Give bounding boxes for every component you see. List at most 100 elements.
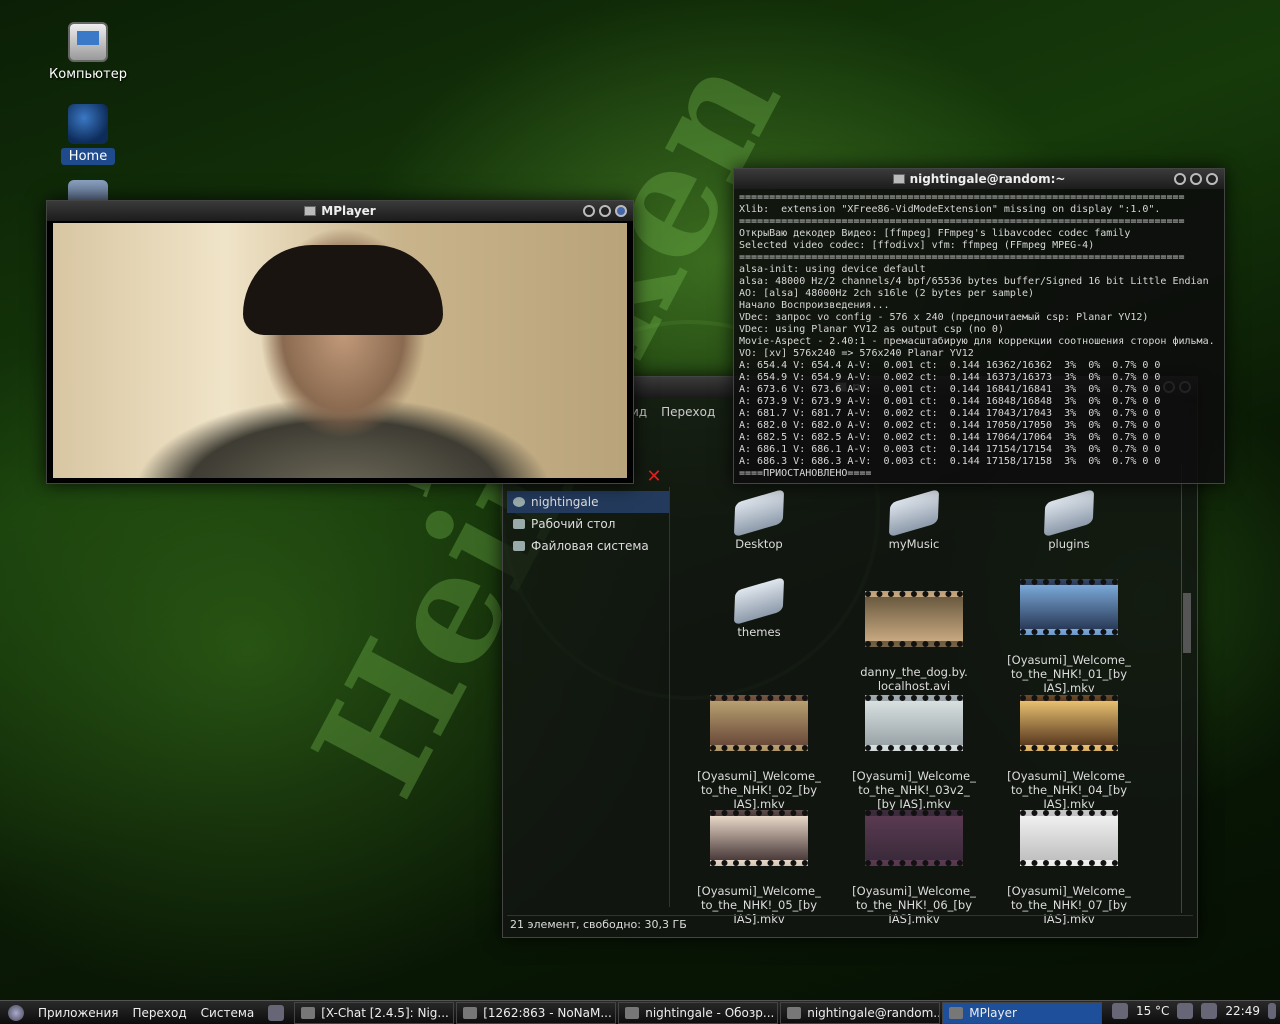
scrollbar-thumb[interactable]: [1183, 593, 1191, 653]
window-icon: [304, 206, 317, 216]
home-icon: [513, 497, 525, 507]
file-name: myMusic: [888, 537, 940, 551]
home-folder-icon: [68, 104, 108, 144]
weather-icon[interactable]: [1111, 1003, 1128, 1019]
video-thumbnail: [1020, 695, 1118, 751]
sidebar-item-filesystem[interactable]: Файловая система: [507, 535, 669, 557]
video-thumbnail: [710, 810, 808, 866]
terminal-line: VDec: запрос vo config - 576 x 240 (пред…: [739, 312, 1149, 323]
task-image-viewer[interactable]: [1262:863 - NoNaM...: [456, 1001, 617, 1024]
system-tray: 15 °C 22:49: [1111, 1003, 1276, 1019]
task-label: [1262:863 - NoNaM...: [483, 1005, 612, 1020]
terminal-line: Xlib: extension "XFree86-VidModeExtensio…: [739, 204, 1161, 215]
terminal-line: VDec: using Planar YV12 as output csp (n…: [739, 324, 1004, 335]
bottom-panel: Приложения Переход Система [X-Chat [2.4.…: [0, 1000, 1280, 1024]
menu-system[interactable]: Система: [201, 1006, 255, 1020]
terminal-line: ========================================…: [739, 216, 1185, 227]
sidebar-item-label: nightingale: [531, 495, 599, 509]
distro-logo-icon: [8, 1004, 24, 1021]
terminal-line: ОткрыВаю декодер Видео: [ffmpeg] FFmpeg'…: [739, 228, 1131, 239]
menu-go[interactable]: Переход: [661, 405, 715, 419]
menubar: ид Переход: [631, 405, 715, 419]
close-button[interactable]: [1206, 173, 1218, 185]
file-name: Desktop: [735, 537, 783, 551]
terminal-output[interactable]: ========================================…: [734, 189, 1224, 481]
terminal-window: nightingale@random:~ ===================…: [733, 168, 1225, 484]
volume-icon[interactable]: [1201, 1003, 1218, 1019]
task-xchat[interactable]: [X-Chat [2.4.5]: Nig...: [294, 1001, 455, 1024]
sidebar-item-home[interactable]: nightingale: [507, 491, 669, 513]
file-name: themes: [737, 625, 781, 639]
weather-temperature[interactable]: 15 °C: [1136, 1004, 1169, 1018]
task-terminal[interactable]: nightingale@random...: [780, 1001, 941, 1024]
terminal-line: A: 654.4 V: 654.4 A-V: 0.001 ct: 0.144 1…: [739, 360, 1161, 371]
file-item[interactable]: Desktop: [689, 488, 829, 551]
desktop-icon-computer[interactable]: Компьютер: [40, 22, 136, 83]
sidebar-item-label: Файловая система: [531, 539, 649, 553]
xchat-icon: [301, 1006, 316, 1019]
terminal-line: A: 654.9 V: 654.9 A-V: 0.002 ct: 0.144 1…: [739, 372, 1161, 383]
menu-places[interactable]: Переход: [133, 1006, 187, 1020]
terminal-line: A: 686.1 V: 686.1 A-V: 0.003 ct: 0.144 1…: [739, 444, 1161, 455]
sidebar-close-icon[interactable]: ✕: [646, 468, 662, 486]
task-file-browser[interactable]: nightingale - Обозр...: [618, 1001, 779, 1024]
task-mplayer[interactable]: MPlayer: [942, 1001, 1103, 1024]
file-browser-icon: [625, 1006, 640, 1019]
file-name: plugins: [1048, 537, 1090, 551]
video-thumbnail: [865, 591, 963, 647]
terminal-line: Selected video codec: [ffodivx] vfm: ffm…: [739, 240, 1095, 251]
clock[interactable]: 22:49: [1225, 1004, 1260, 1018]
minimize-button[interactable]: [1174, 173, 1186, 185]
terminal-titlebar[interactable]: nightingale@random:~: [734, 169, 1224, 189]
file-item[interactable]: themes: [689, 576, 829, 639]
mplayer-icon: [949, 1006, 964, 1019]
vertical-scrollbar[interactable]: [1181, 463, 1191, 913]
video-frame[interactable]: [53, 223, 627, 478]
task-label: nightingale@random...: [807, 1005, 941, 1020]
video-frame-hair: [243, 245, 443, 335]
terminal-line: A: 673.6 V: 673.6 A-V: 0.001 ct: 0.144 1…: [739, 384, 1161, 395]
terminal-line: Movie-Aspect - 2.40:1 - премасштабирую д…: [739, 336, 1215, 347]
minimize-button[interactable]: [583, 205, 595, 217]
desktop-icon-home[interactable]: Home: [40, 104, 136, 165]
window-title: MPlayer: [321, 204, 376, 218]
maximize-button[interactable]: [1190, 173, 1202, 185]
window-title: nightingale@random:~: [909, 172, 1066, 186]
sidebar-divider: [669, 487, 670, 907]
terminal-line: A: 682.5 V: 682.5 A-V: 0.002 ct: 0.144 1…: [739, 432, 1161, 443]
show-desktop-icon[interactable]: [1268, 1003, 1276, 1019]
image-viewer-icon: [463, 1006, 478, 1019]
task-label: MPlayer: [969, 1005, 1017, 1020]
terminal-line: A: 681.7 V: 681.7 A-V: 0.002 ct: 0.144 1…: [739, 408, 1161, 419]
terminal-line: A: 673.9 V: 673.9 A-V: 0.001 ct: 0.144 1…: [739, 396, 1161, 407]
window-list: [X-Chat [2.4.5]: Nig... [1262:863 - NoNa…: [294, 1001, 1104, 1024]
main-menu: Приложения Переход Система: [0, 1004, 285, 1021]
file-item[interactable]: myMusic: [844, 488, 984, 551]
video-thumbnail: [710, 695, 808, 751]
sidebar-item-label: Рабочий стол: [531, 517, 616, 531]
file-item[interactable]: plugins: [999, 488, 1139, 551]
places-sidebar: nightingale Рабочий стол Файловая систем…: [507, 491, 669, 557]
network-icon[interactable]: [1177, 1003, 1194, 1019]
terminal-icon: [892, 174, 905, 184]
mplayer-titlebar[interactable]: MPlayer: [47, 201, 633, 221]
drive-icon: [513, 541, 525, 551]
terminal-line: alsa-init: using device default: [739, 264, 926, 275]
terminal-line: A: 686.3 V: 686.3 A-V: 0.003 ct: 0.144 1…: [739, 456, 1161, 467]
desktop-icon-label: Компьютер: [49, 67, 127, 82]
launcher-icon[interactable]: [268, 1004, 285, 1021]
sidebar-item-desktop[interactable]: Рабочий стол: [507, 513, 669, 535]
mplayer-window: MPlayer: [46, 200, 634, 484]
terminal-line: VO: [xv] 576x240 => 576x240 Planar YV12: [739, 348, 974, 359]
task-label: nightingale - Обозр...: [645, 1005, 775, 1020]
terminal-icon: [787, 1006, 802, 1019]
video-thumbnail: [1020, 579, 1118, 635]
menu-applications[interactable]: Приложения: [38, 1006, 119, 1020]
maximize-button[interactable]: [599, 205, 611, 217]
folder-icon: [733, 488, 785, 538]
close-button[interactable]: [615, 205, 627, 217]
desktop-icon: [513, 519, 525, 529]
terminal-line: alsa: 48000 Hz/2 channels/4 bpf/65536 by…: [739, 276, 1209, 287]
status-bar: 21 элемент, свободно: 30,3 ГБ: [507, 915, 1193, 933]
task-label: [X-Chat [2.4.5]: Nig...: [321, 1005, 449, 1020]
